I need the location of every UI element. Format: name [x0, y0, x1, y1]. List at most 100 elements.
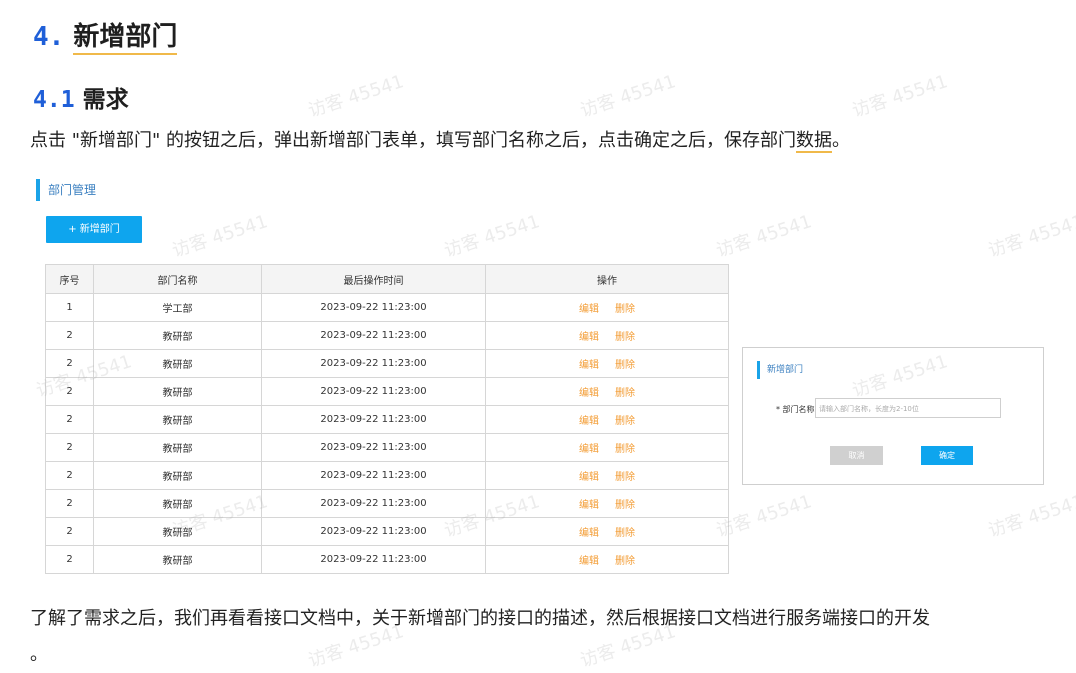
- last-operation-time: 2023-09-22 11:23:00: [261, 321, 486, 350]
- row-number: 2: [45, 517, 94, 546]
- column-header: 序号: [45, 264, 94, 294]
- department-name: 教研部: [93, 349, 262, 378]
- panel-title: 部门管理: [36, 179, 96, 201]
- table-row: 2 教研部 2023-09-22 11:23:00 编辑 删除: [45, 405, 729, 434]
- last-operation-time: 2023-09-22 11:23:00: [261, 433, 486, 462]
- row-number: 2: [45, 489, 94, 518]
- last-operation-time: 2023-09-22 11:23:00: [261, 377, 486, 406]
- department-name: 教研部: [93, 377, 262, 406]
- watermark: 访客 45541: [985, 211, 1076, 262]
- edit-link: 编辑: [579, 444, 599, 455]
- edit-link: 编辑: [579, 528, 599, 539]
- department-name: 学工部: [93, 293, 262, 322]
- row-number: 2: [45, 461, 94, 490]
- department-name: 教研部: [93, 545, 262, 574]
- department-name: 教研部: [93, 405, 262, 434]
- table-row: 2 教研部 2023-09-22 11:23:00 编辑 删除: [45, 461, 729, 490]
- delete-link: 删除: [615, 500, 635, 511]
- delete-link: 删除: [615, 416, 635, 427]
- edit-link: 编辑: [579, 304, 599, 315]
- last-operation-time: 2023-09-22 11:23:00: [261, 461, 486, 490]
- edit-link: 编辑: [579, 556, 599, 567]
- department-table: 序号 部门名称 最后操作时间 操作 1 学工部 2023-09-22 11:23:0…: [45, 264, 729, 574]
- table-row: 2 教研部 2023-09-22 11:23:00 编辑 删除: [45, 545, 729, 574]
- table-row: 2 教研部 2023-09-22 11:23:00 编辑 删除: [45, 321, 729, 350]
- add-department-dialog: 新增部门 * 部门名称 请输入部门名称，长度为2-10位 取消 确定: [742, 347, 1044, 485]
- watermark: 访客 45541: [577, 71, 679, 122]
- row-number: 2: [45, 545, 94, 574]
- table-row: 2 教研部 2023-09-22 11:23:00 编辑 删除: [45, 433, 729, 462]
- row-number: 2: [45, 433, 94, 462]
- delete-link: 删除: [615, 332, 635, 343]
- row-actions: 编辑 删除: [485, 545, 729, 574]
- row-number: 2: [45, 377, 94, 406]
- delete-link: 删除: [615, 360, 635, 371]
- followup-paragraph: 了解了需求之后，我们再看看接口文档中，关于新增部门的接口的描述，然后根据接口文档…: [30, 608, 930, 629]
- table-header-row: 序号 部门名称 最后操作时间 操作: [45, 264, 729, 294]
- cancel-button: 取消: [830, 446, 883, 465]
- department-name: 教研部: [93, 517, 262, 546]
- column-header: 部门名称: [93, 264, 262, 294]
- last-operation-time: 2023-09-22 11:23:00: [261, 293, 486, 322]
- watermark: 访客 45541: [713, 211, 815, 262]
- paragraph-text: 点击 "新增部门" 的按钮之后，弹出新增部门表单，填写部门名称之后，点击确定之后…: [30, 130, 796, 151]
- confirm-button: 确定: [921, 446, 973, 465]
- row-number: 2: [45, 405, 94, 434]
- row-actions: 编辑 删除: [485, 433, 729, 462]
- column-header: 最后操作时间: [261, 264, 486, 294]
- subsection-heading: 4.1 需求: [33, 80, 129, 114]
- department-name: 教研部: [93, 461, 262, 490]
- table-row: 2 教研部 2023-09-22 11:23:00 编辑 删除: [45, 517, 729, 546]
- department-name: 教研部: [93, 489, 262, 518]
- edit-link: 编辑: [579, 332, 599, 343]
- watermark: 访客 45541: [985, 491, 1076, 542]
- paragraph-end: 。: [832, 130, 850, 151]
- row-actions: 编辑 删除: [485, 349, 729, 378]
- edit-link: 编辑: [579, 472, 599, 483]
- department-name: 教研部: [93, 321, 262, 350]
- subsection-title: 需求: [82, 87, 129, 113]
- last-operation-time: 2023-09-22 11:23:00: [261, 489, 486, 518]
- dialog-title: 新增部门: [757, 361, 803, 379]
- section-title: 新增部门: [73, 22, 178, 55]
- underlined-word: 数据: [796, 130, 832, 153]
- last-operation-time: 2023-09-22 11:23:00: [261, 405, 486, 434]
- row-number: 1: [45, 293, 94, 322]
- delete-link: 删除: [615, 556, 635, 567]
- watermark: 访客 45541: [849, 71, 951, 122]
- row-actions: 编辑 删除: [485, 405, 729, 434]
- add-department-button: + 新增部门: [46, 216, 142, 243]
- followup-paragraph-end: 。: [30, 644, 48, 665]
- column-header: 操作: [485, 264, 729, 294]
- last-operation-time: 2023-09-22 11:23:00: [261, 349, 486, 378]
- watermark: 访客 45541: [169, 211, 271, 262]
- last-operation-time: 2023-09-22 11:23:00: [261, 517, 486, 546]
- delete-link: 删除: [615, 472, 635, 483]
- row-actions: 编辑 删除: [485, 293, 729, 322]
- table-row: 2 教研部 2023-09-22 11:23:00 编辑 删除: [45, 349, 729, 378]
- department-name-input: 请输入部门名称，长度为2-10位: [815, 398, 1001, 418]
- row-number: 2: [45, 349, 94, 378]
- edit-link: 编辑: [579, 500, 599, 511]
- row-actions: 编辑 删除: [485, 517, 729, 546]
- row-number: 2: [45, 321, 94, 350]
- requirement-paragraph: 点击 "新增部门" 的按钮之后，弹出新增部门表单，填写部门名称之后，点击确定之后…: [30, 126, 850, 153]
- table-row: 2 教研部 2023-09-22 11:23:00 编辑 删除: [45, 489, 729, 518]
- edit-link: 编辑: [579, 416, 599, 427]
- row-actions: 编辑 删除: [485, 489, 729, 518]
- watermark: 访客 45541: [441, 211, 543, 262]
- row-actions: 编辑 删除: [485, 461, 729, 490]
- section-heading: 4. 新增部门: [33, 16, 178, 55]
- edit-link: 编辑: [579, 388, 599, 399]
- row-actions: 编辑 删除: [485, 377, 729, 406]
- section-number: 4.: [33, 22, 65, 52]
- department-name-label: * 部门名称: [776, 405, 815, 414]
- delete-link: 删除: [615, 304, 635, 315]
- subsection-number: 4.1: [33, 87, 75, 113]
- last-operation-time: 2023-09-22 11:23:00: [261, 545, 486, 574]
- table-row: 2 教研部 2023-09-22 11:23:00 编辑 删除: [45, 377, 729, 406]
- row-actions: 编辑 删除: [485, 321, 729, 350]
- delete-link: 删除: [615, 444, 635, 455]
- delete-link: 删除: [615, 528, 635, 539]
- department-name: 教研部: [93, 433, 262, 462]
